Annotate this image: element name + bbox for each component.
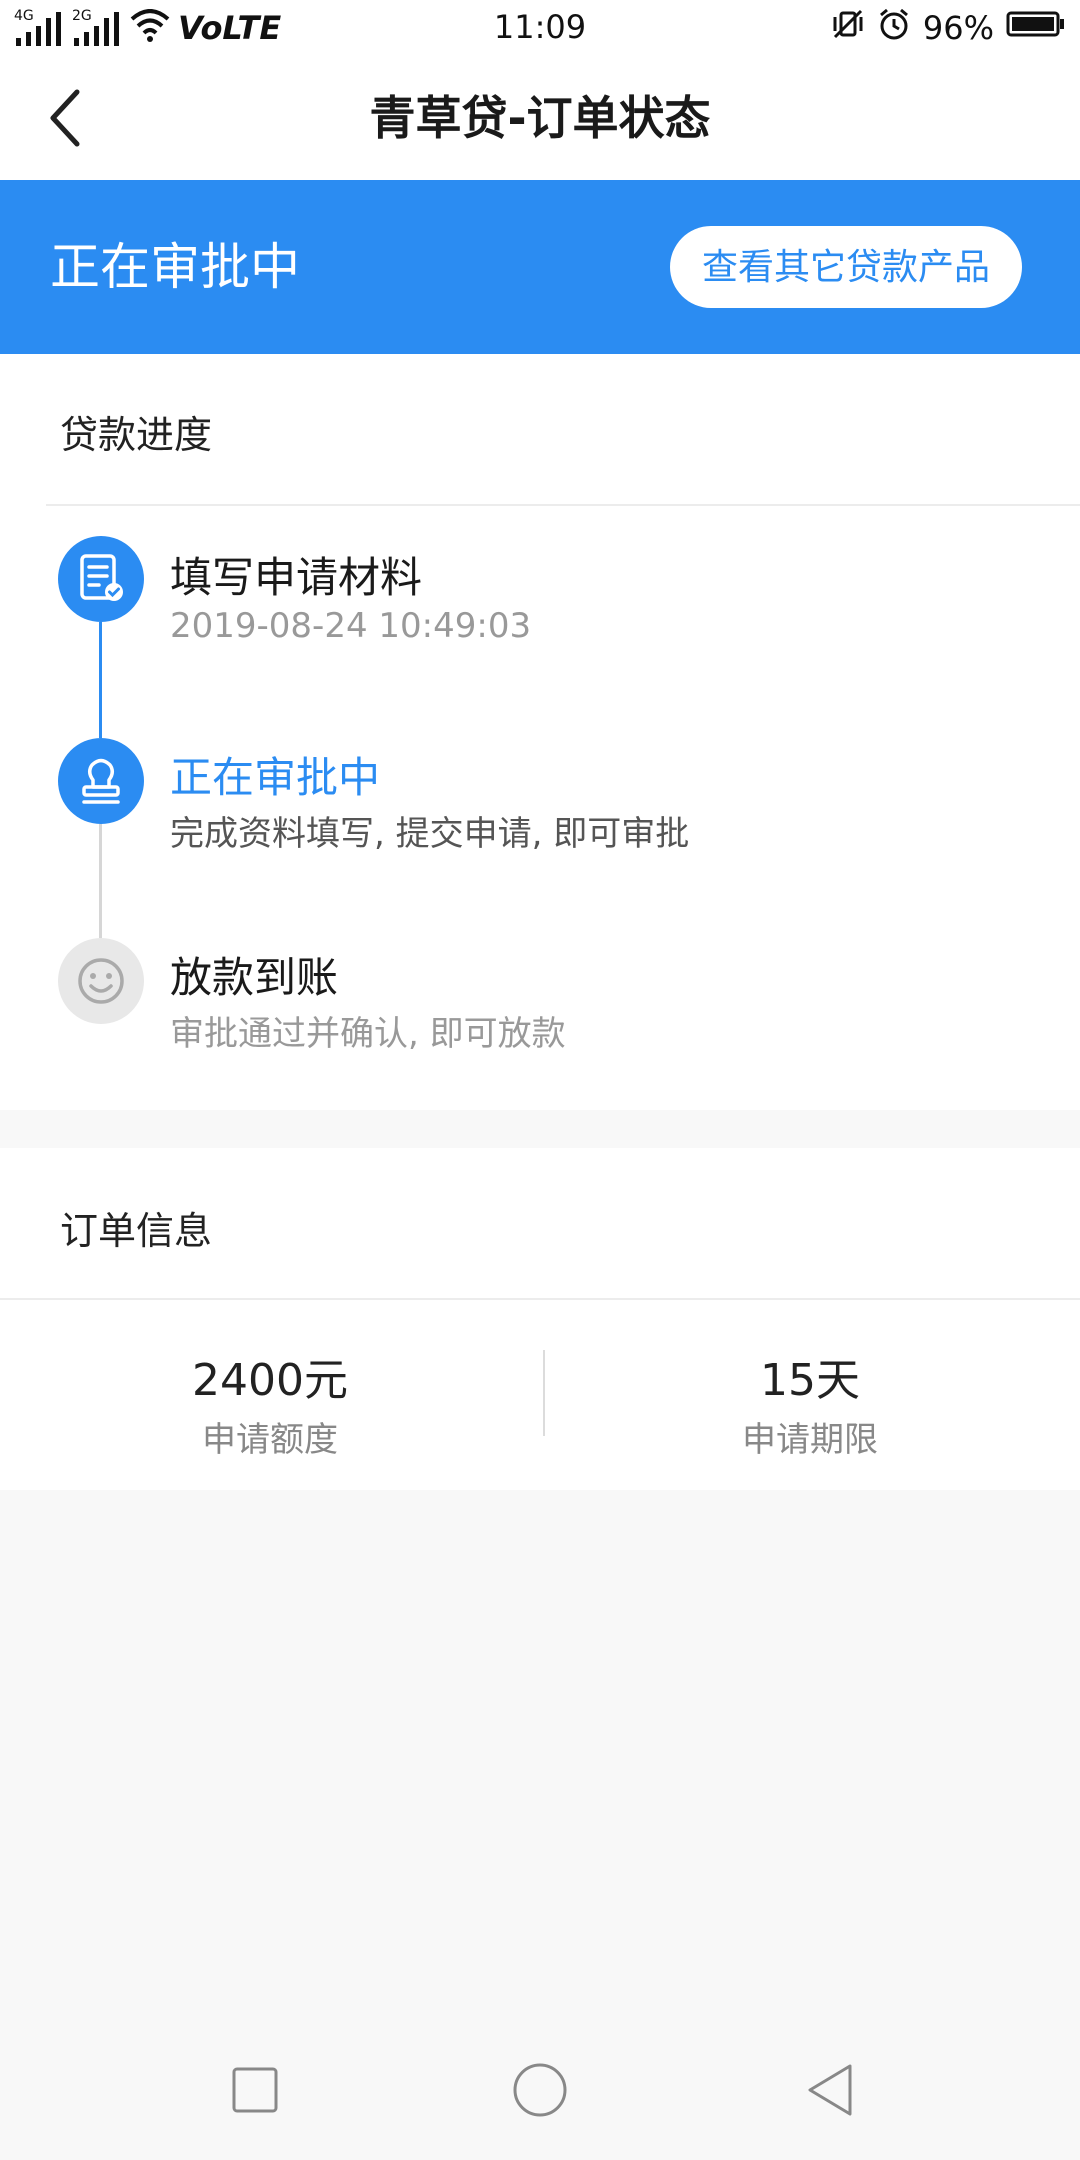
triangle-back-icon bbox=[808, 2064, 852, 2116]
alarm-icon bbox=[877, 7, 911, 49]
order-info-card: 订单信息 2400元 申请额度 15天 申请期限 bbox=[0, 1148, 1080, 1490]
smiley-icon bbox=[78, 958, 124, 1004]
vibrate-mute-icon bbox=[831, 7, 865, 49]
step-connector-pending bbox=[99, 824, 102, 938]
progress-section-title: 贷款进度 bbox=[60, 413, 213, 457]
order-divider bbox=[0, 1298, 1080, 1300]
battery-icon bbox=[1006, 9, 1066, 47]
step-1-desc: 2019-08-24 10:49:03 bbox=[170, 606, 532, 646]
step-2-icon-circle bbox=[58, 738, 144, 824]
step-3-icon-circle bbox=[58, 938, 144, 1024]
step-2-desc: 完成资料填写, 提交申请, 即可审批 bbox=[170, 814, 690, 854]
step-connector-done bbox=[99, 622, 102, 738]
stamp-icon bbox=[82, 758, 120, 804]
step-3-desc: 审批通过并确认, 即可放款 bbox=[170, 1014, 566, 1054]
back-nav-button[interactable] bbox=[790, 2060, 870, 2120]
status-right: 96% bbox=[831, 8, 1066, 48]
loan-amount-stat: 2400元 申请额度 bbox=[0, 1344, 540, 1461]
page-title: 青草贷-订单状态 bbox=[369, 91, 711, 145]
battery-percent: 96% bbox=[922, 9, 994, 47]
status-banner: 正在审批中 查看其它贷款产品 bbox=[0, 180, 1080, 354]
loan-term-stat: 15天 申请期限 bbox=[540, 1344, 1080, 1461]
banner-status-title: 正在审批中 bbox=[50, 238, 300, 296]
square-icon bbox=[232, 2067, 278, 2113]
app-header: 青草贷-订单状态 bbox=[0, 56, 1080, 180]
loan-amount-label: 申请额度 bbox=[202, 1420, 338, 1460]
document-check-icon bbox=[80, 554, 123, 601]
order-section-title: 订单信息 bbox=[60, 1209, 213, 1253]
circle-icon bbox=[513, 2063, 567, 2117]
loan-term-label: 申请期限 bbox=[742, 1420, 878, 1460]
step-1-title: 填写申请材料 bbox=[170, 553, 423, 602]
status-bar: 4G 2G VoLTE 11:09 96% bbox=[0, 0, 1080, 56]
loan-progress-card: 贷款进度 填写申请材料 2019-08-24 10:49:03 正在审批中 完成… bbox=[0, 354, 1080, 1110]
home-button[interactable] bbox=[500, 2060, 580, 2120]
loan-amount-value: 2400元 bbox=[192, 1355, 348, 1406]
loan-term-value: 15天 bbox=[760, 1355, 860, 1406]
view-other-loans-button[interactable]: 查看其它贷款产品 bbox=[670, 226, 1022, 308]
progress-divider bbox=[46, 504, 1080, 506]
navigation-bar bbox=[0, 2040, 1080, 2140]
recent-apps-button[interactable] bbox=[215, 2060, 295, 2120]
step-3-title: 放款到账 bbox=[170, 953, 339, 1002]
step-2-title: 正在审批中 bbox=[170, 753, 381, 802]
step-1-icon-circle bbox=[58, 536, 144, 622]
